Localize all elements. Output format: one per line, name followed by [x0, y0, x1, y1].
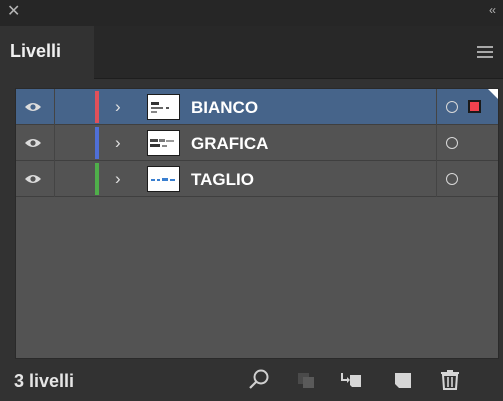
tab-label: Livelli	[10, 41, 62, 61]
new-sublayer-icon[interactable]	[391, 368, 415, 392]
column-divider	[54, 89, 55, 125]
layer-name[interactable]: GRAFICA	[191, 134, 268, 154]
panel-tabbar: Livelli	[0, 26, 503, 79]
layers-list: › BIANCO › GRAFICA › TAGLIO	[15, 88, 499, 359]
layer-row-taglio[interactable]: › TAGLIO	[16, 161, 498, 197]
target-circle-icon[interactable]	[446, 137, 458, 149]
eye-icon[interactable]	[24, 101, 42, 113]
layer-count-label: 3 livelli	[14, 371, 75, 391]
close-icon[interactable]: ✕	[7, 2, 20, 22]
target-circle-icon[interactable]	[446, 101, 458, 113]
eye-icon[interactable]	[24, 137, 42, 149]
layer-thumbnail	[147, 166, 180, 192]
chevron-right-icon[interactable]: ›	[115, 169, 121, 189]
tab-livelli[interactable]: Livelli	[0, 26, 94, 79]
layer-name[interactable]: BIANCO	[191, 98, 258, 118]
layer-color-swatch	[95, 91, 99, 123]
column-divider	[436, 125, 437, 161]
layer-thumbnail	[147, 94, 180, 120]
chevron-right-icon[interactable]: ›	[115, 97, 121, 117]
layer-color-swatch	[95, 163, 99, 195]
layer-name[interactable]: TAGLIO	[191, 170, 254, 190]
collapse-icon[interactable]: ‹‹	[489, 3, 496, 17]
layer-row-bianco[interactable]: › BIANCO	[16, 89, 498, 125]
column-divider	[436, 161, 437, 197]
delete-icon[interactable]	[438, 368, 462, 392]
panel-footer: 3 livelli	[0, 363, 503, 401]
hamburger-menu-icon[interactable]	[477, 46, 493, 58]
eye-icon[interactable]	[24, 173, 42, 185]
current-layer-indicator	[488, 89, 498, 99]
layer-row-grafica[interactable]: › GRAFICA	[16, 125, 498, 161]
make-clipping-mask-icon[interactable]	[294, 368, 318, 392]
chevron-right-icon[interactable]: ›	[115, 133, 121, 153]
move-to-layer-icon[interactable]	[339, 368, 363, 392]
layer-color-swatch	[95, 127, 99, 159]
column-divider	[54, 161, 55, 197]
target-circle-icon[interactable]	[446, 173, 458, 185]
selection-indicator[interactable]	[468, 100, 481, 113]
search-icon[interactable]	[247, 368, 271, 392]
layers-panel-content: › BIANCO › GRAFICA › TAGLIO	[0, 79, 503, 401]
column-divider	[54, 125, 55, 161]
panel-titlebar: ✕ ‹‹	[0, 0, 503, 26]
layer-thumbnail	[147, 130, 180, 156]
column-divider	[436, 89, 437, 125]
